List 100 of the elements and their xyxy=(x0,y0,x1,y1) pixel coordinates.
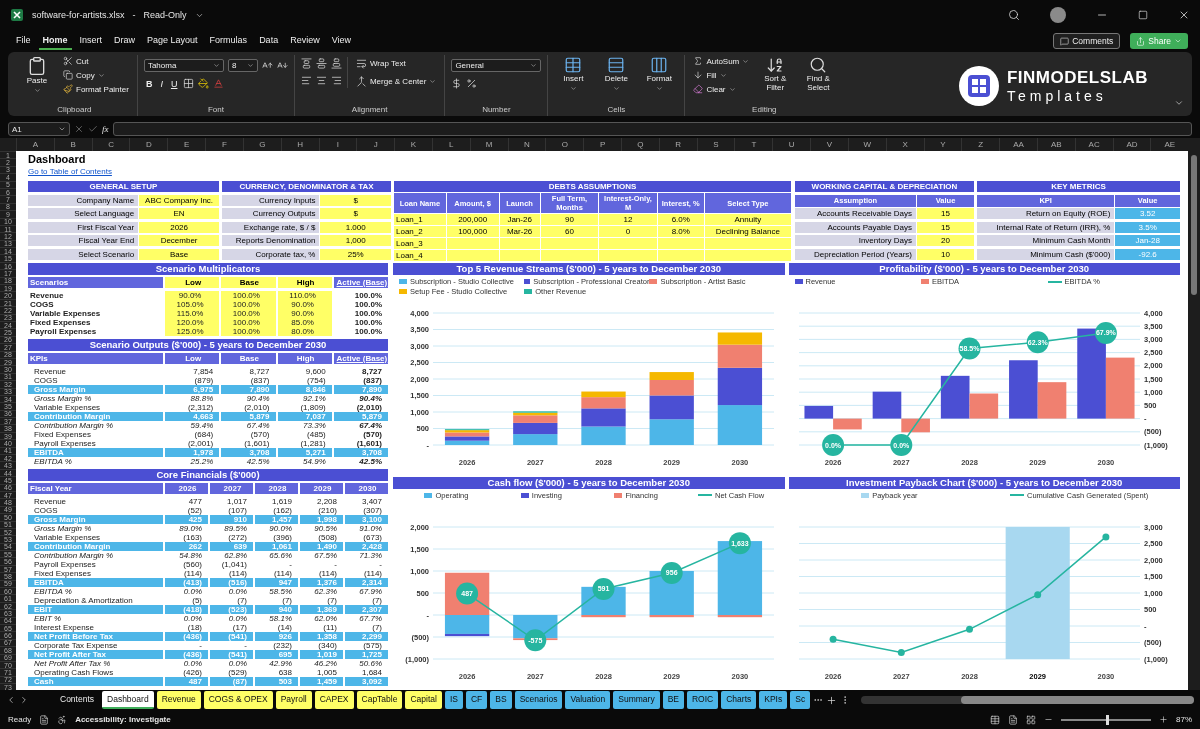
font-style-button[interactable]: B xyxy=(143,78,155,89)
align-right-icon[interactable] xyxy=(330,75,342,86)
section-title: Scenario Outputs ($'000) - 5 years to December 2030 xyxy=(28,339,388,351)
sheet-tab[interactable]: CapTable xyxy=(356,691,403,709)
scroll-left-icon[interactable] xyxy=(6,695,16,705)
add-sheet-icon[interactable] xyxy=(826,694,838,706)
sheet-tab[interactable]: Sc xyxy=(790,691,811,709)
fill-button[interactable]: Fill xyxy=(691,69,752,81)
sheet-tab[interactable]: Payroll xyxy=(275,691,312,709)
close-icon[interactable] xyxy=(1178,9,1190,21)
sheet-tab[interactable]: ROIC xyxy=(687,691,719,709)
align-top-icon[interactable] xyxy=(300,58,312,69)
maximize-icon[interactable] xyxy=(1138,10,1148,20)
merge-center-button[interactable]: Merge & Center xyxy=(353,75,439,88)
menu-tab[interactable]: Page Layout xyxy=(143,32,202,50)
sheet-tab[interactable]: BS xyxy=(490,691,512,709)
wrap-text-button[interactable]: Wrap Text xyxy=(353,57,439,70)
table-cell: (436) xyxy=(165,650,208,659)
percent-icon[interactable] xyxy=(466,78,478,89)
page-layout-icon[interactable] xyxy=(1008,714,1018,725)
row-label: Gross Margin % xyxy=(33,524,93,533)
sheet-tab[interactable]: Contents xyxy=(55,691,100,709)
search-icon[interactable] xyxy=(1008,9,1020,21)
sheet-tab[interactable]: CAPEX xyxy=(314,691,354,709)
font-size-select[interactable]: 8 xyxy=(227,59,258,72)
menu-tab[interactable]: Formulas xyxy=(205,32,252,50)
formula-input[interactable] xyxy=(112,122,1192,136)
zoom-thumb[interactable] xyxy=(1106,714,1109,725)
table-cell-text: (114) xyxy=(362,569,383,578)
comments-button[interactable]: Comments xyxy=(1053,33,1121,49)
sort-filter-button[interactable]: Sort & Filter xyxy=(756,55,795,94)
currency-icon[interactable] xyxy=(451,78,463,89)
sheet-tab[interactable]: Summary xyxy=(613,691,660,709)
font-style-button[interactable]: I xyxy=(158,78,165,89)
sheet-tab[interactable]: KPIs xyxy=(759,691,788,709)
clear-button[interactable]: Clear xyxy=(691,83,752,95)
read-only-label[interactable]: Read-Only xyxy=(143,10,187,20)
horizontal-scrollbar[interactable] xyxy=(861,696,1194,704)
sheet-tab[interactable]: Scenarios xyxy=(514,691,563,709)
align-left-icon[interactable] xyxy=(300,75,312,86)
menu-tab[interactable]: Review xyxy=(286,32,324,50)
copy-button[interactable]: Copy xyxy=(61,69,131,81)
font-color-icon[interactable] xyxy=(213,78,225,89)
menu-tab[interactable]: Data xyxy=(255,32,283,50)
align-center-icon[interactable] xyxy=(315,75,327,86)
chevron-down-icon xyxy=(97,71,105,79)
table-cell-text: (307) xyxy=(362,506,383,515)
cells-button[interactable]: Insert xyxy=(554,55,593,93)
cut-button[interactable]: Cut xyxy=(61,55,131,67)
fill-color-icon[interactable] xyxy=(198,78,210,89)
menu-tab[interactable]: Insert xyxy=(75,32,107,50)
input-cell xyxy=(499,238,540,249)
collapse-ribbon-icon[interactable] xyxy=(1174,98,1184,108)
cancel-icon[interactable] xyxy=(74,124,84,134)
sheet-tab[interactable]: COGS & OPEX xyxy=(203,691,273,709)
sheet-tab[interactable]: Valuation xyxy=(565,691,611,709)
number-format-select[interactable]: General xyxy=(451,59,542,72)
menu-tab[interactable]: File xyxy=(12,32,35,50)
name-box[interactable]: A1 xyxy=(8,122,70,136)
menu-tab[interactable]: View xyxy=(327,32,355,50)
function-button[interactable]: fx xyxy=(102,124,109,134)
row-label: Payroll Expenses xyxy=(29,327,98,336)
sheet-tab[interactable]: Dashboard xyxy=(102,691,154,709)
share-icon xyxy=(1136,36,1146,46)
increase-font-icon[interactable] xyxy=(261,60,273,71)
input-cell: 0 xyxy=(599,226,657,237)
table-cell-text: 1,684 xyxy=(360,668,383,677)
cells-button[interactable]: Delete xyxy=(597,55,636,93)
zoom-in-icon[interactable] xyxy=(1159,715,1168,724)
accessibility-status[interactable]: Accessibility: Investigate xyxy=(75,715,171,724)
font-style-button[interactable]: U xyxy=(168,78,180,89)
autosum-button[interactable]: AutoSum xyxy=(691,55,752,67)
format-painter-button[interactable]: Format Painter xyxy=(61,83,131,95)
borders-icon[interactable] xyxy=(183,78,195,89)
cells-button[interactable]: Format xyxy=(640,55,679,93)
sheet-tab[interactable]: Revenue xyxy=(156,691,201,709)
accessibility-icon[interactable] xyxy=(57,714,68,725)
check-icon[interactable] xyxy=(88,124,98,134)
font-family-select[interactable]: Tahoma xyxy=(143,59,224,72)
avatar[interactable] xyxy=(1050,7,1066,23)
sheet-tab[interactable]: BE xyxy=(662,691,684,709)
vertical-scrollbar[interactable] xyxy=(1188,151,1200,690)
sheet-tab[interactable]: Charts xyxy=(721,691,757,709)
table-cell-text: 0.0% xyxy=(227,587,248,596)
input-cell: $ xyxy=(320,194,391,206)
decrease-font-icon[interactable] xyxy=(276,60,288,71)
normal-view-icon[interactable] xyxy=(990,714,1000,725)
align-bottom-icon[interactable] xyxy=(330,58,342,69)
paste-button[interactable]: Paste xyxy=(18,55,56,95)
sheet-tab[interactable]: Capital xyxy=(405,691,442,709)
table-cell: 100.0% xyxy=(221,291,276,300)
menu-tab[interactable]: Home xyxy=(38,32,72,50)
sheet-tab[interactable]: IS xyxy=(444,691,463,709)
input-cell: EN xyxy=(139,208,219,219)
find-select-button[interactable]: Find & Select xyxy=(799,55,838,94)
align-middle-icon[interactable] xyxy=(315,58,327,69)
sheet-tab[interactable]: CF xyxy=(465,691,488,709)
table-of-contents-link[interactable]: Go to Table of Contents xyxy=(28,167,112,176)
menu-tab[interactable]: Draw xyxy=(110,32,140,50)
scroll-right-icon[interactable] xyxy=(19,695,29,705)
